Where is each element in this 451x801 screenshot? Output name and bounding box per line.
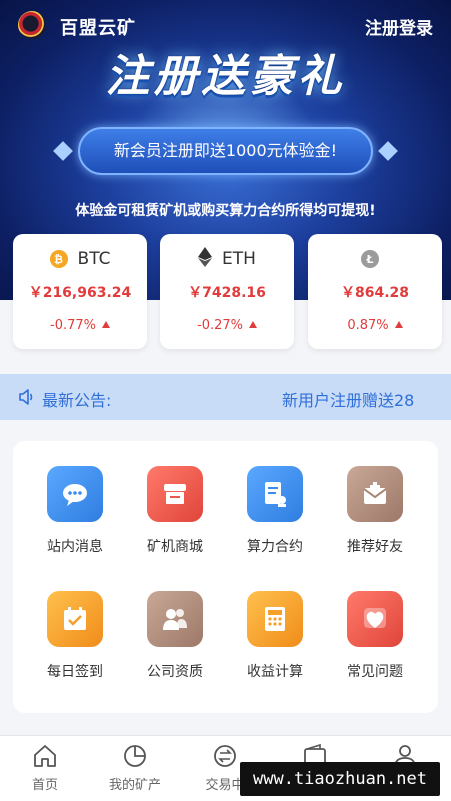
menu-label: 常见问题 [347,664,403,680]
register-login-link[interactable]: 注册登录 [365,14,433,39]
coin-price: ￥7428.16 [188,285,266,301]
announcement-bar[interactable]: 最新公告: 新用户注册赠送28 [0,374,451,420]
checkin-icon [47,591,103,647]
app-title: 百盟云矿 [60,18,136,39]
ethereum-icon [198,247,213,271]
invite-icon [347,466,403,522]
coin-change: -0.77% [13,306,147,346]
exchange-icon [214,745,236,767]
menu-item-company[interactable]: 公司资质 [125,591,225,701]
menu-label: 矿机商城 [147,539,203,555]
menu-item-contract[interactable]: 算力合约 [225,466,325,576]
feature-grid: 站内消息 矿机商城 算力合约 推荐好友 每日签到 公司资质 收益计算 常见问题 [13,441,438,713]
home-icon [34,745,56,767]
tab-label: 我的矿产 [108,778,161,793]
tab-my-mining[interactable]: 我的矿产 [90,742,180,793]
coin-name: ETH [222,249,256,269]
announcement-text[interactable]: 新用户注册赠送28 [282,387,427,411]
app-logo [18,11,46,39]
menu-label: 收益计算 [247,664,303,680]
contract-icon [247,466,303,522]
coin-change: -0.27% [160,306,294,346]
coin-card-eth[interactable]: ETH ￥7428.16 -0.27% [160,234,294,349]
company-icon [147,591,203,647]
menu-item-shop[interactable]: 矿机商城 [125,466,225,576]
change-value: -0.77% [50,318,96,333]
promo-pill[interactable]: 新会员注册即送1000元体验金! [78,127,373,175]
speaker-icon [19,389,33,405]
pie-chart-icon [124,745,146,767]
menu-item-invite[interactable]: 推荐好友 [325,466,425,576]
up-arrow-icon [102,321,110,328]
tab-label: 首页 [31,778,58,793]
coin-card-btc[interactable]: ₿ BTC ￥216,963.24 -0.77% [13,234,147,349]
coin-price: ￥216,963.24 [28,285,132,301]
menu-label: 推荐好友 [347,539,403,555]
menu-label: 每日签到 [47,664,103,680]
banner-subtitle: 体验金可租赁矿机或购买算力合约所得均可提现! [75,203,376,219]
menu-label: 公司资质 [147,664,203,680]
menu-label: 站内消息 [47,539,103,555]
tab-label: 交易中 [205,778,245,793]
shop-icon [147,466,203,522]
litecoin-icon: Ł [361,250,379,268]
coin-change: 0.87% [308,306,442,346]
tab-home[interactable]: 首页 [0,742,90,793]
bitcoin-icon: ₿ [49,250,68,268]
change-value: -0.27% [197,318,243,333]
menu-label: 算力合约 [247,539,303,555]
coin-card-ltc[interactable]: Ł ￥864.28 0.87% [308,234,442,349]
menu-item-calculator[interactable]: 收益计算 [225,591,325,701]
coin-price: ￥864.28 [340,285,410,301]
up-arrow-icon [249,321,257,328]
faq-icon [347,591,403,647]
coin-name: BTC [77,249,111,269]
menu-item-messages[interactable]: 站内消息 [25,466,125,576]
menu-item-checkin[interactable]: 每日签到 [25,591,125,701]
menu-item-faq[interactable]: 常见问题 [325,591,425,701]
up-arrow-icon [394,321,403,328]
banner-headline: 注册送豪礼 [105,51,346,102]
announcement-label: 最新公告: [42,391,112,410]
message-icon [47,466,103,522]
watermark-text: www.tiaozhuan.net [240,762,440,796]
calculator-icon [247,591,303,647]
change-value: 0.87% [347,318,389,333]
